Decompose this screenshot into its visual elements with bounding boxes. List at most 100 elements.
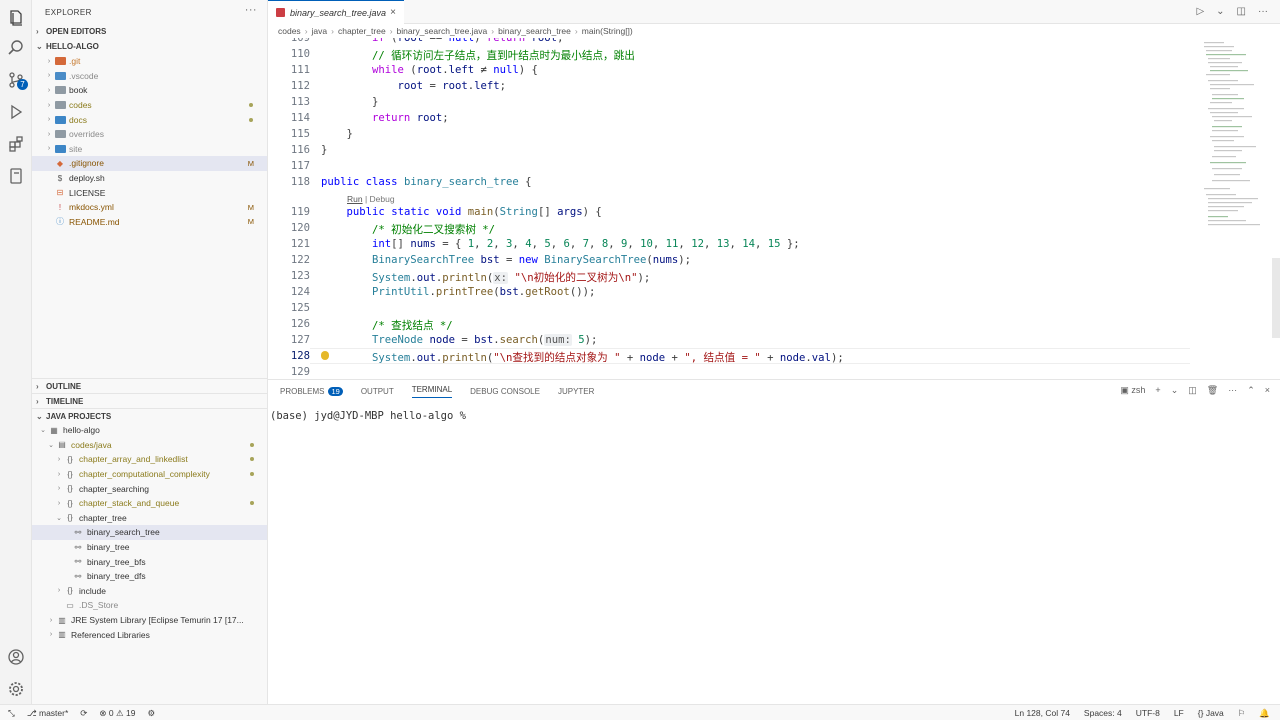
workspace-section[interactable]: ⌄ HELLO-ALGO bbox=[32, 38, 267, 54]
line-number: 114 bbox=[290, 112, 310, 124]
problems-indicator[interactable]: ⊗ 0 ⚠ 19 bbox=[99, 708, 135, 719]
end-of-line[interactable]: LF bbox=[1174, 708, 1184, 719]
file-tree-item[interactable]: $ deploy.sh bbox=[32, 171, 267, 186]
outline-section[interactable]: › OUTLINE bbox=[32, 378, 267, 393]
open-editors-section[interactable]: › OPEN EDITORS bbox=[32, 24, 267, 38]
search-icon[interactable] bbox=[0, 32, 32, 64]
breadcrumb-item[interactable]: java bbox=[312, 26, 328, 36]
package-icon: {} bbox=[67, 513, 73, 523]
java-project-item[interactable]: ⚯ binary_tree bbox=[32, 540, 267, 555]
kill-terminal-icon[interactable]: 🗑 bbox=[1207, 385, 1218, 396]
minimap[interactable] bbox=[1192, 38, 1280, 379]
minimap-slider[interactable] bbox=[1272, 258, 1280, 338]
tab-jupyter[interactable]: JUPYTER bbox=[558, 387, 594, 396]
source-control-icon[interactable]: 7 bbox=[0, 64, 32, 96]
java-project-item[interactable]: ⚯ binary_search_tree bbox=[32, 525, 267, 540]
run-codelens[interactable]: Run bbox=[347, 194, 363, 204]
account-icon[interactable] bbox=[0, 641, 32, 673]
new-terminal-icon[interactable]: + bbox=[1155, 385, 1160, 396]
java-project-label: .DS_Store bbox=[79, 600, 119, 611]
more-actions-icon[interactable]: ··· bbox=[245, 4, 257, 16]
terminal-content[interactable]: (base) jyd@JYD-MBP hello-algo % bbox=[268, 402, 1280, 430]
split-editor-icon[interactable]: ◫ bbox=[1237, 6, 1246, 17]
file-tree-item[interactable]: › book bbox=[32, 83, 267, 98]
file-tree-item[interactable]: ⊟ LICENSE bbox=[32, 185, 267, 200]
code-line: // 循环访问左子结点，直到叶结点时为最小结点，跳出 bbox=[372, 50, 635, 62]
java-project-item[interactable]: › {} chapter_searching bbox=[32, 481, 267, 496]
error-icon: ⊗ bbox=[99, 708, 107, 718]
terminal-dropdown-icon[interactable]: ⌄ bbox=[1171, 385, 1179, 396]
chevron-right-icon: › bbox=[36, 26, 39, 36]
run-icon[interactable]: ▷ bbox=[1196, 6, 1204, 17]
tab-debug-console[interactable]: DEBUG CONSOLE bbox=[470, 387, 540, 396]
timeline-section[interactable]: › TIMELINE bbox=[32, 393, 267, 408]
close-tab-icon[interactable]: × bbox=[390, 7, 396, 18]
tab-output[interactable]: OUTPUT bbox=[361, 387, 394, 396]
java-project-label: binary_tree_bfs bbox=[87, 556, 146, 567]
chevron-right-icon: › bbox=[47, 57, 51, 65]
breadcrumb-item[interactable]: codes bbox=[278, 26, 301, 36]
feedback-icon[interactable]: ⚐ bbox=[1238, 708, 1246, 719]
notifications-icon[interactable]: 🔔 bbox=[1259, 708, 1270, 719]
language-label: Java bbox=[1205, 708, 1224, 718]
java-project-label: hello-algo bbox=[63, 425, 100, 436]
java-project-item[interactable]: ⚯ binary_tree_bfs bbox=[32, 554, 267, 569]
split-terminal-icon[interactable]: ◫ bbox=[1188, 385, 1197, 396]
tab-terminal[interactable]: TERMINAL bbox=[411, 385, 453, 398]
tab-binary-search-tree[interactable]: binary_search_tree.java × bbox=[268, 0, 404, 24]
tab-problems[interactable]: PROBLEMS 19 bbox=[280, 386, 343, 396]
maximize-panel-icon[interactable]: ⌃ bbox=[1247, 385, 1255, 396]
notebook-icon[interactable] bbox=[0, 160, 32, 192]
breadcrumb-item[interactable]: main(String[]) bbox=[582, 26, 633, 36]
file-tree-item[interactable]: › codes bbox=[32, 98, 267, 113]
shell-label: zsh bbox=[1131, 385, 1146, 395]
code-line: return root; bbox=[372, 112, 449, 124]
explorer-icon[interactable] bbox=[0, 2, 32, 34]
cursor-position[interactable]: Ln 128, Col 74 bbox=[1015, 708, 1070, 719]
file-tree-item[interactable]: ⓘ README.md M bbox=[32, 215, 267, 230]
debug-codelens[interactable]: Debug bbox=[370, 194, 395, 204]
debug-icon[interactable]: ⚙ bbox=[147, 708, 155, 719]
remote-icon[interactable]: ⤡ bbox=[8, 708, 15, 719]
scm-badge: 7 bbox=[17, 79, 28, 90]
branch-indicator[interactable]: ⎇ master* bbox=[27, 708, 68, 719]
language-mode[interactable]: {} Java bbox=[1198, 708, 1224, 719]
java-project-item[interactable]: › {} chapter_stack_and_queue bbox=[32, 496, 267, 511]
java-project-item[interactable]: › {} chapter_computational_complexity bbox=[32, 467, 267, 482]
activity-bar: 7 bbox=[0, 0, 32, 704]
breadcrumb-item[interactable]: binary_search_tree.java bbox=[397, 26, 488, 36]
terminal-shell-selector[interactable]: ▣ zsh bbox=[1120, 385, 1145, 396]
java-projects-section[interactable]: ⌄ JAVA PROJECTS bbox=[32, 408, 267, 423]
breadcrumb-item[interactable]: chapter_tree bbox=[338, 26, 386, 36]
file-tree-item[interactable]: › overrides bbox=[32, 127, 267, 142]
file-tree-item[interactable]: › docs bbox=[32, 112, 267, 127]
extensions-icon[interactable] bbox=[0, 128, 32, 160]
run-debug-icon[interactable] bbox=[0, 96, 32, 128]
file-tree-item[interactable]: › .git bbox=[32, 54, 267, 69]
file-icon: $ bbox=[57, 173, 63, 183]
settings-gear-icon[interactable] bbox=[0, 673, 32, 705]
java-project-item[interactable]: › ▥ Referenced Libraries bbox=[32, 627, 267, 642]
java-project-item[interactable]: ⌄ ▦ hello-algo bbox=[32, 423, 267, 438]
sync-icon[interactable]: ⟳ bbox=[80, 708, 87, 719]
java-project-item[interactable]: ⚯ binary_tree_dfs bbox=[32, 569, 267, 584]
java-project-item[interactable]: › {} chapter_array_and_linkedlist bbox=[32, 452, 267, 467]
java-project-item[interactable]: ⌄ {} chapter_tree bbox=[32, 511, 267, 526]
code-editor[interactable]: 109 if (root == null) return root; 110 /… bbox=[268, 38, 1192, 379]
more-actions-icon[interactable]: ··· bbox=[1258, 6, 1268, 17]
indentation[interactable]: Spaces: 4 bbox=[1084, 708, 1122, 719]
file-tree-item[interactable]: › site bbox=[32, 142, 267, 157]
java-project-item[interactable]: ▭ .DS_Store bbox=[32, 598, 267, 613]
java-project-item[interactable]: ⌄ ▤ codes/java bbox=[32, 438, 267, 453]
more-actions-icon[interactable]: ··· bbox=[1228, 385, 1237, 396]
file-tree-item[interactable]: › .vscode bbox=[32, 69, 267, 84]
breadcrumb-item[interactable]: binary_search_tree bbox=[498, 26, 571, 36]
file-tree-item[interactable]: ! mkdocs.yml M bbox=[32, 200, 267, 215]
file-tree-item[interactable]: ◆ .gitignore M bbox=[32, 156, 267, 171]
java-project-item[interactable]: › {} include bbox=[32, 584, 267, 599]
run-dropdown-icon[interactable]: ⌄ bbox=[1216, 6, 1224, 17]
close-panel-icon[interactable]: × bbox=[1265, 385, 1270, 396]
java-project-item[interactable]: › ▥ JRE System Library [Eclipse Temurin 17… bbox=[32, 613, 267, 628]
tab-label: binary_search_tree.java bbox=[290, 7, 387, 18]
encoding[interactable]: UTF-8 bbox=[1136, 708, 1160, 719]
